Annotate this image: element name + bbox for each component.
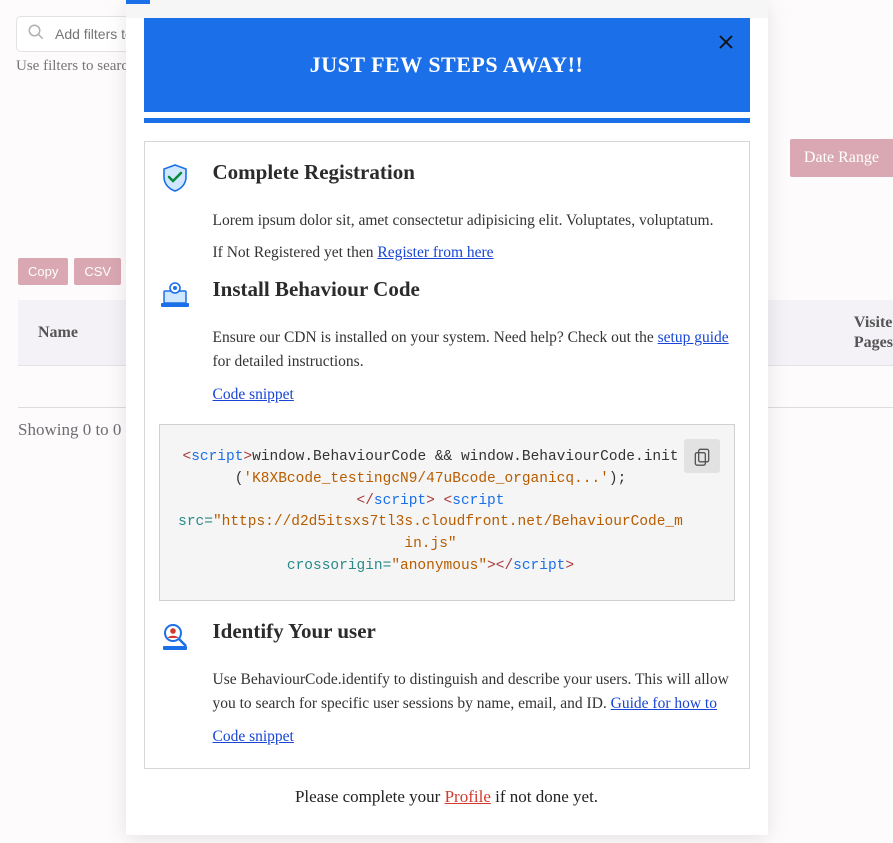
close-button[interactable] — [714, 30, 738, 54]
step-identify-desc: Use BehaviourCode.identify to distinguis… — [213, 668, 735, 716]
onboarding-modal: JUST FEW STEPS AWAY!! Complete Registrat… — [126, 0, 768, 835]
copy-code-button[interactable] — [684, 439, 720, 473]
step-install: Install Behaviour Code Ensure our CDN is… — [159, 277, 735, 404]
modal-backdrop: JUST FEW STEPS AWAY!! Complete Registrat… — [0, 0, 893, 843]
step-identify-title: Identify Your user — [213, 619, 735, 644]
step-identify: Identify Your user Use BehaviourCode.ide… — [159, 619, 735, 746]
step-register-desc: Lorem ipsum dolor sit, amet consectetur … — [213, 209, 735, 233]
step-register-title: Complete Registration — [213, 160, 735, 185]
step-install-title: Install Behaviour Code — [213, 277, 735, 302]
modal-title: JUST FEW STEPS AWAY!! — [160, 52, 734, 78]
user-search-icon — [159, 619, 195, 746]
identify-code-snippet-link[interactable]: Code snippet — [213, 728, 294, 746]
modal-body: Complete Registration Lorem ipsum dolor … — [144, 141, 750, 769]
webcam-laptop-icon — [159, 277, 195, 404]
code-block: <script>window.BehaviourCode && window.B… — [159, 424, 735, 601]
profile-link[interactable]: Profile — [445, 787, 491, 806]
step-register: Complete Registration Lorem ipsum dolor … — [159, 160, 735, 273]
identify-guide-link[interactable]: Guide for how to — [611, 695, 717, 712]
setup-guide-link[interactable]: setup guide — [658, 329, 729, 346]
modal-footer: Please complete your Profile if not done… — [126, 787, 768, 835]
install-code-snippet-link[interactable]: Code snippet — [213, 386, 294, 404]
shield-check-icon — [159, 160, 195, 273]
modal-header-divider — [144, 118, 750, 123]
modal-header: JUST FEW STEPS AWAY!! — [144, 18, 750, 112]
modal-topbar — [126, 0, 768, 18]
step-register-line2: If Not Registered yet then Register from… — [213, 241, 735, 265]
step-install-desc: Ensure our CDN is installed on your syst… — [213, 326, 735, 374]
register-link[interactable]: Register from here — [377, 244, 493, 261]
